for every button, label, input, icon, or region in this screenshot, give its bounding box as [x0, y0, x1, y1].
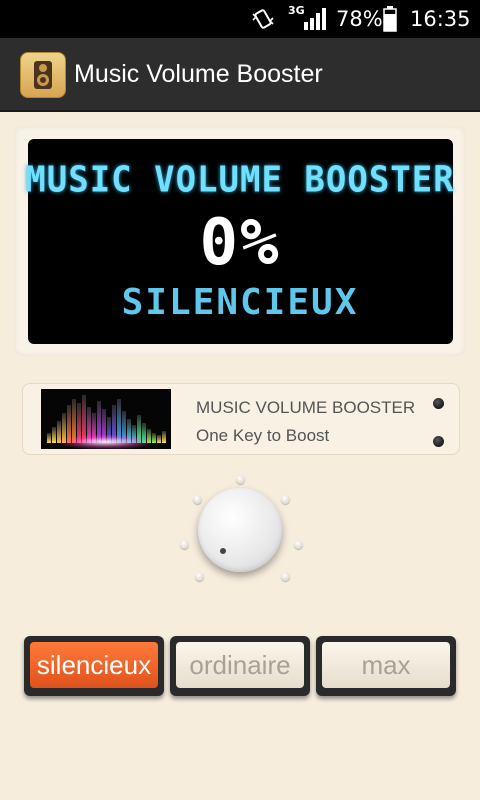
knob-scale-dot	[281, 495, 290, 504]
info-subtitle: One Key to Boost	[196, 426, 330, 445]
battery-percent: 78%	[336, 7, 383, 31]
silent-mode-button[interactable]: silencieux	[24, 636, 164, 696]
silent-mode-label: silencieux	[30, 642, 158, 688]
speaker-app-icon[interactable]	[20, 52, 66, 98]
max-mode-button[interactable]: max	[316, 636, 456, 696]
status-bar: 3G 78% 16:35	[0, 0, 480, 38]
vibrate-icon	[250, 0, 280, 38]
knob-scale-dot	[180, 540, 189, 549]
lcd-title: MUSIC VOLUME BOOSTER	[25, 159, 455, 201]
battery-icon	[383, 0, 399, 38]
action-bar: Music Volume Booster	[0, 38, 480, 112]
indicator-light	[433, 436, 444, 447]
clock: 16:35	[410, 7, 471, 31]
knob-scale-dot	[195, 572, 204, 581]
equalizer-bar	[152, 433, 156, 443]
app-title: Music Volume Booster	[74, 60, 323, 88]
indicator-light	[433, 398, 444, 409]
max-mode-label: max	[322, 642, 450, 688]
equalizer-bar	[157, 435, 161, 443]
knob-indicator	[220, 548, 226, 554]
knob-scale-dot	[236, 475, 245, 484]
equalizer-image	[41, 389, 171, 449]
info-title: MUSIC VOLUME BOOSTER	[196, 398, 416, 417]
equalizer-bar	[162, 431, 166, 443]
ordinary-mode-button[interactable]: ordinaire	[170, 636, 310, 696]
knob-scale-dot	[193, 495, 202, 504]
signal-icon	[302, 0, 328, 38]
ordinary-mode-label: ordinaire	[176, 642, 304, 688]
equalizer-bar	[52, 427, 56, 443]
equalizer-glow	[61, 435, 151, 449]
lcd-volume-percent: 0%	[199, 206, 281, 280]
knob-scale-dot	[281, 572, 290, 581]
equalizer-bar	[47, 433, 51, 443]
volume-knob[interactable]	[198, 488, 282, 572]
knob-scale-dot	[294, 540, 303, 549]
lcd-mode-label: SILENCIEUX	[121, 282, 359, 323]
